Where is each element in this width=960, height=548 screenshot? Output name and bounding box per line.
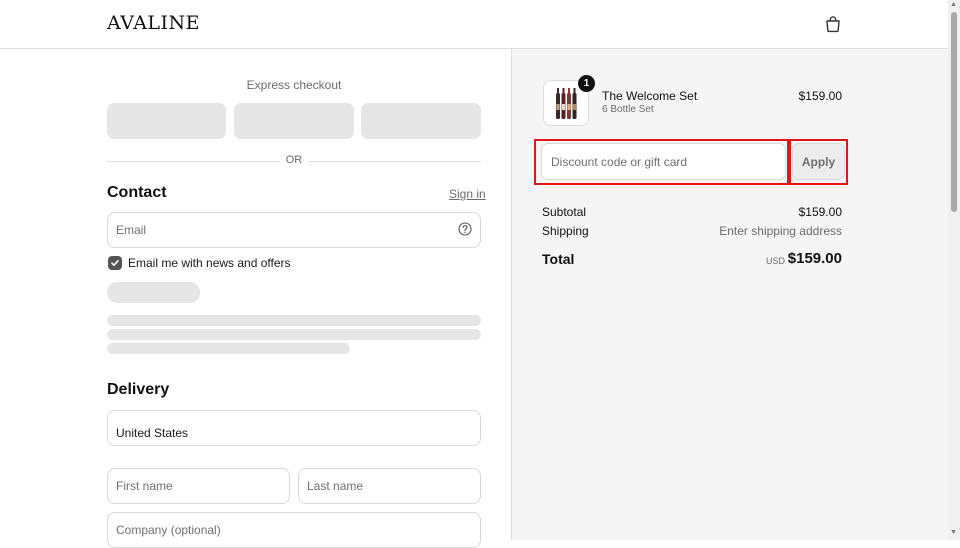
express-checkout-title: Express checkout bbox=[246, 78, 342, 92]
divider-left bbox=[107, 161, 280, 162]
divider-right bbox=[308, 161, 481, 162]
shipping-value: Enter shipping address bbox=[719, 224, 842, 238]
newsletter-label[interactable]: Email me with news and offers bbox=[128, 256, 291, 270]
newsletter-checkbox[interactable] bbox=[108, 256, 122, 270]
shipping-label: Shipping bbox=[542, 224, 589, 238]
last-name-field[interactable]: Last name bbox=[298, 468, 481, 504]
email-field[interactable]: Email bbox=[107, 212, 481, 248]
page-scrollbar[interactable]: ▲ ▼ bbox=[948, 0, 960, 540]
first-name-field[interactable]: First name bbox=[107, 468, 290, 504]
site-header: AVALINE bbox=[0, 0, 948, 49]
scroll-down-arrow[interactable]: ▼ bbox=[950, 529, 957, 536]
sign-in-link[interactable]: Sign in bbox=[449, 187, 486, 201]
subtotal-value: $159.00 bbox=[798, 205, 842, 219]
loading-placeholder-line bbox=[107, 343, 350, 354]
quantity-badge: 1 bbox=[578, 75, 595, 92]
product-name: The Welcome Set bbox=[602, 89, 698, 103]
discount-placeholder: Discount code or gift card bbox=[551, 154, 688, 169]
loading-placeholder-pill bbox=[107, 282, 200, 303]
last-name-placeholder: Last name bbox=[307, 479, 364, 493]
loading-placeholder-line bbox=[107, 315, 481, 326]
express-pay-button-1[interactable] bbox=[107, 103, 226, 139]
subtotal-label: Subtotal bbox=[542, 205, 587, 219]
shopping-bag-icon[interactable] bbox=[824, 15, 842, 33]
delivery-title: Delivery bbox=[107, 381, 170, 398]
total-currency: USD bbox=[766, 256, 786, 266]
question-circle-icon[interactable] bbox=[458, 222, 472, 236]
loading-placeholder-line bbox=[107, 329, 481, 340]
email-placeholder: Email bbox=[116, 223, 147, 237]
total-value: $159.00 bbox=[787, 250, 842, 267]
checkmark-icon bbox=[111, 260, 119, 266]
country-value: United States bbox=[116, 425, 189, 440]
product-variant: 6 Bottle Set bbox=[602, 104, 654, 115]
first-name-placeholder: First name bbox=[116, 479, 173, 493]
country-select[interactable]: United States bbox=[107, 410, 481, 446]
store-logo[interactable]: AVALINE bbox=[107, 12, 200, 34]
company-placeholder: Company (optional) bbox=[116, 523, 221, 537]
discount-code-input[interactable]: Discount code or gift card bbox=[541, 143, 786, 180]
scrollbar-thumb[interactable] bbox=[951, 12, 957, 212]
company-field[interactable]: Company (optional) bbox=[107, 512, 481, 548]
scroll-up-arrow[interactable]: ▲ bbox=[950, 1, 957, 8]
express-pay-button-2[interactable] bbox=[234, 103, 354, 139]
contact-title: Contact bbox=[107, 184, 167, 201]
product-price: $159.00 bbox=[798, 89, 842, 103]
or-divider-label: OR bbox=[285, 154, 303, 166]
apply-button[interactable]: Apply bbox=[792, 143, 845, 180]
total-label: Total bbox=[542, 251, 575, 267]
express-pay-button-3[interactable] bbox=[361, 103, 481, 139]
